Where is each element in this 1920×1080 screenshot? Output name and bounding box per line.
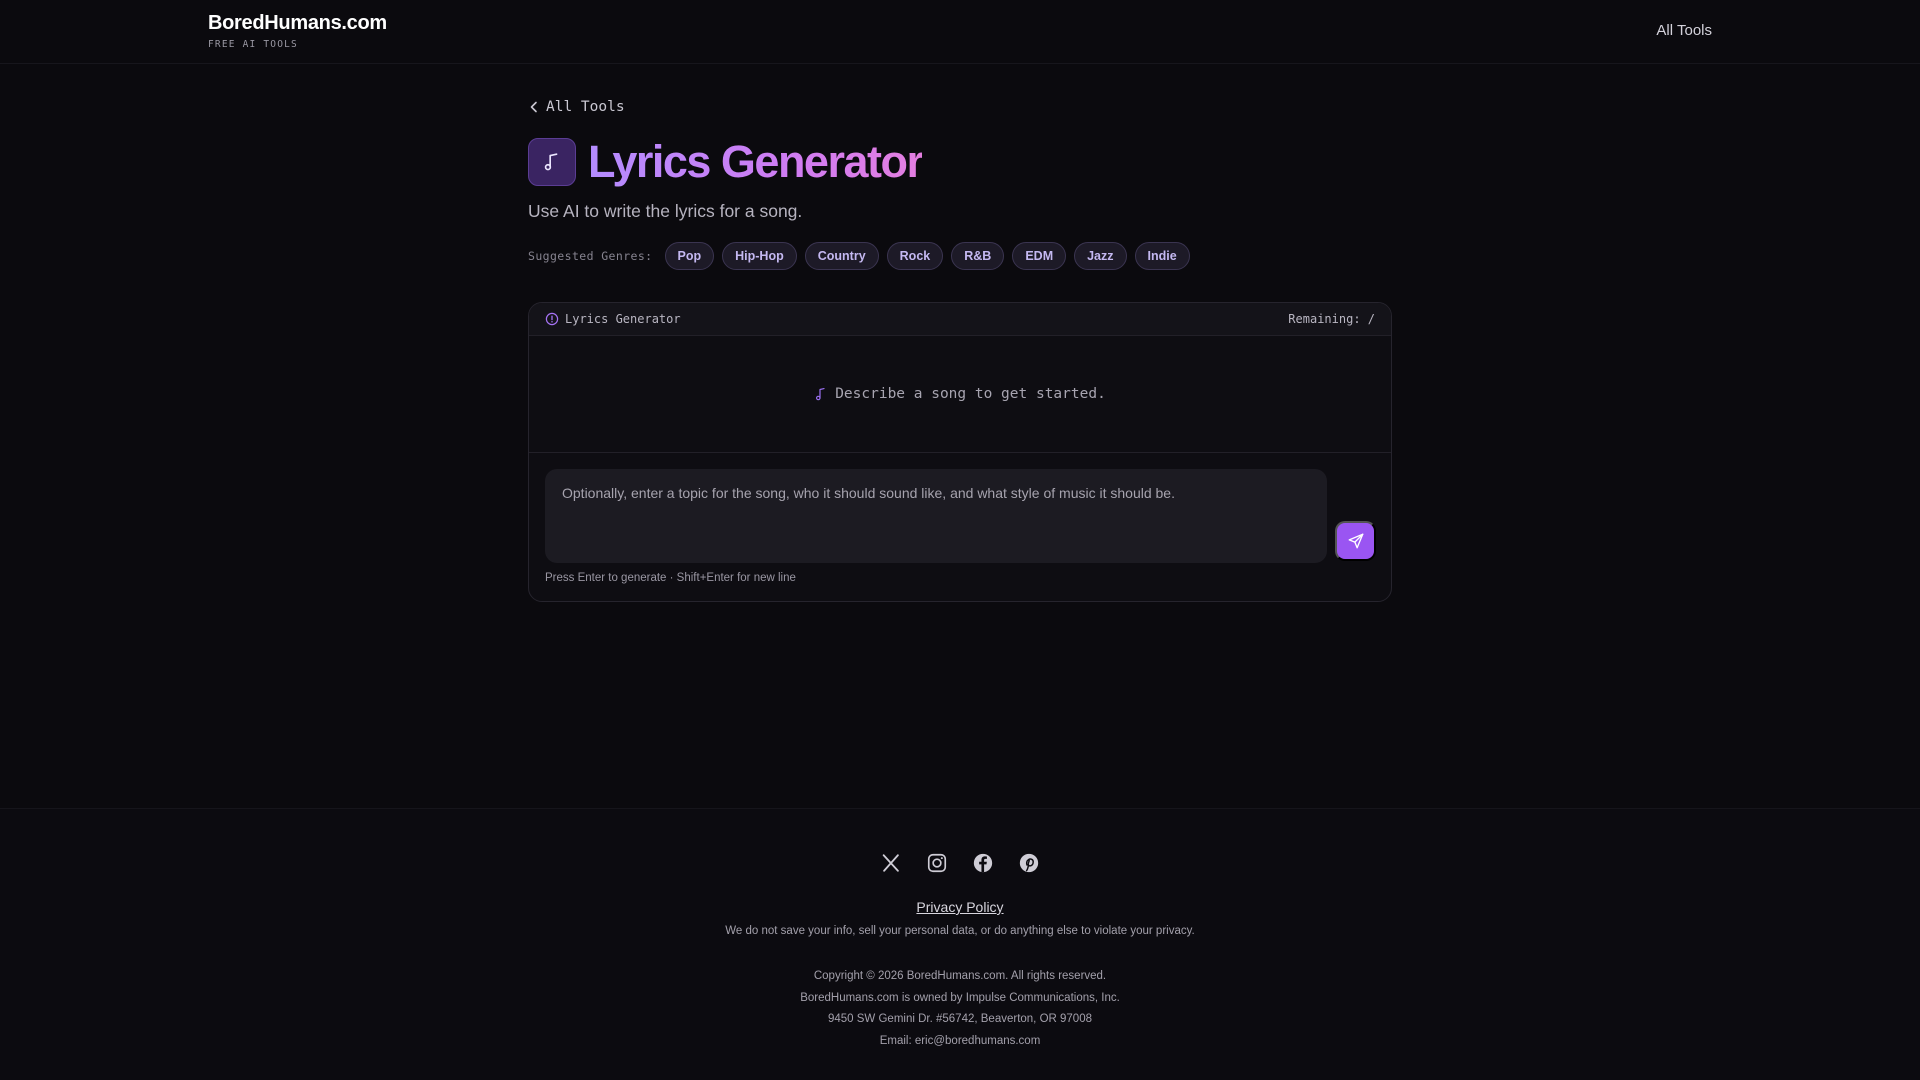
email-text[interactable]: Email: eric@boredhumans.com xyxy=(0,1031,1920,1053)
page-subtitle: Use AI to write the lyrics for a song. xyxy=(528,201,803,221)
address-text: 9450 SW Gemini Dr. #56742, Beaverton, OR… xyxy=(827,1013,1092,1026)
back-to-all-tools-link[interactable]: All Tools xyxy=(528,96,1392,118)
footer: Privacy Policy We do not save your info,… xyxy=(0,808,1920,1080)
remaining-counter: Remaining: / xyxy=(1288,312,1375,326)
genre-chip-indie[interactable]: Indie xyxy=(1134,242,1190,270)
genre-chip-hip-hop[interactable]: Hip-Hop xyxy=(722,242,797,270)
back-link-label[interactable]: All Tools xyxy=(546,99,625,115)
brand-subtitle: FREE AI TOOLS xyxy=(208,39,298,50)
send-icon xyxy=(1348,533,1363,549)
page-title: Lyrics Generator xyxy=(588,136,924,187)
nav-all-tools-link[interactable]: All Tools xyxy=(1656,22,1712,39)
empty-state-message: Describe a song to get started. xyxy=(835,386,1106,402)
genre-chip-edm[interactable]: EDM xyxy=(1012,242,1067,270)
song-topic-input[interactable]: Optionally, enter a topic for the song, … xyxy=(545,469,1327,563)
suggested-genres: Suggested Genres: Pop Hip-Hop Country Ro… xyxy=(528,242,1392,270)
brand[interactable]: BoredHumans.com FREE AI TOOLS xyxy=(208,12,387,50)
panel-header: Lyrics Generator Remaining: / xyxy=(529,303,1391,336)
genre-chip-rock[interactable]: Rock xyxy=(886,242,944,270)
privacy-policy-link[interactable]: Privacy Policy xyxy=(0,899,1920,915)
generator-panel: Lyrics Generator Remaining: / Describe a… xyxy=(528,302,1392,602)
panel-title: Lyrics Generator xyxy=(545,312,681,326)
instagram-icon[interactable] xyxy=(925,851,949,875)
brand-title[interactable]: BoredHumans.com xyxy=(208,12,387,35)
music-note-icon xyxy=(816,388,825,401)
keyboard-hint: Press Enter to generate · Shift+Enter fo… xyxy=(545,572,796,584)
facebook-icon[interactable] xyxy=(971,851,995,875)
x-icon[interactable] xyxy=(879,851,903,875)
genre-chip-rnb[interactable]: R&B xyxy=(951,242,1005,270)
composer: Optionally, enter a topic for the song, … xyxy=(529,453,1391,601)
genre-chip-jazz[interactable]: Jazz xyxy=(1074,242,1127,270)
music-note-icon xyxy=(528,138,576,186)
output-area: Describe a song to get started. xyxy=(529,336,1391,453)
genre-chip-country[interactable]: Country xyxy=(804,242,879,270)
pinterest-icon[interactable] xyxy=(1017,851,1041,875)
send-button[interactable] xyxy=(1335,521,1376,561)
privacy-note: We do not save your info, sell your pers… xyxy=(725,925,1195,937)
main-content: All Tools Lyrics Generator Use AI to wri… xyxy=(528,96,1392,602)
footer-legal: Copyright © 2026 BoredHumans.com. All ri… xyxy=(0,966,1920,1053)
social-links xyxy=(0,851,1920,875)
owner-text: BoredHumans.com is owned by Impulse Comm… xyxy=(800,991,1120,1004)
info-icon xyxy=(545,312,559,326)
title-row: Lyrics Generator xyxy=(528,137,1392,187)
top-bar: BoredHumans.com FREE AI TOOLS All Tools xyxy=(0,0,1920,64)
chevron-left-icon xyxy=(530,101,537,113)
copyright-text: Copyright © 2026 BoredHumans.com. All ri… xyxy=(813,970,1107,982)
genre-chip-pop[interactable]: Pop xyxy=(664,242,715,270)
genres-label: Suggested Genres: xyxy=(528,249,653,263)
panel-title-label: Lyrics Generator xyxy=(565,312,681,326)
